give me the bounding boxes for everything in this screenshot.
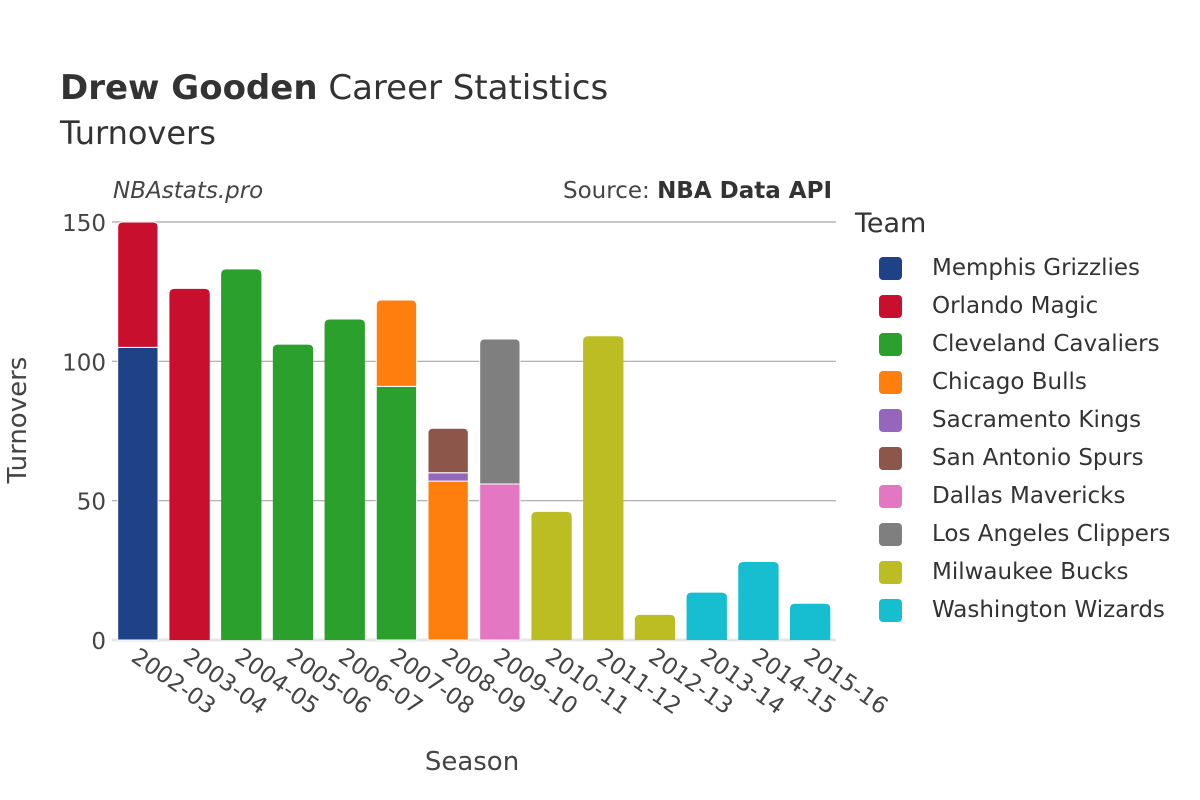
legend-label: Washington Wizards xyxy=(932,597,1165,623)
legend-swatch xyxy=(879,560,902,584)
legend-swatch xyxy=(879,408,902,432)
legend-swatch xyxy=(879,256,902,280)
legend-item[interactable]: San Antonio Spurs xyxy=(855,439,1170,477)
legend-item[interactable]: Memphis Grizzlies xyxy=(855,249,1170,287)
bar-segment xyxy=(117,346,159,641)
y-tick-label: 0 xyxy=(91,629,106,655)
legend-label: Los Angeles Clippers xyxy=(932,521,1171,547)
legend-item[interactable]: Chicago Bulls xyxy=(855,363,1170,401)
legend-label: Chicago Bulls xyxy=(932,369,1087,395)
legend-title: Team xyxy=(855,208,927,239)
legend-label: Dallas Mavericks xyxy=(932,483,1126,509)
bar-segment xyxy=(427,427,469,474)
bar-segment xyxy=(634,614,676,640)
y-tick-label: 150 xyxy=(62,211,106,237)
bar-segment xyxy=(375,299,418,387)
gridlines xyxy=(112,221,836,642)
legend: Team Memphis Grizzlies Orlando Magic Cleve… xyxy=(855,208,1170,629)
bar-segment xyxy=(427,472,469,482)
y-tick-label: 100 xyxy=(62,350,106,376)
legend-item[interactable]: Sacramento Kings xyxy=(855,401,1170,439)
legend-label: Cleveland Cavaliers xyxy=(932,331,1160,357)
x-axis-label: Season xyxy=(425,747,519,777)
legend-swatch xyxy=(879,370,902,394)
legend-swatch xyxy=(879,522,902,546)
legend-label: Milwaukee Bucks xyxy=(932,559,1129,585)
y-tick-label: 50 xyxy=(77,490,106,516)
legend-label: San Antonio Spurs xyxy=(932,445,1144,471)
legend-swatch xyxy=(879,294,902,318)
bar-segment xyxy=(427,480,469,641)
legend-items: Memphis Grizzlies Orlando Magic Cleveland … xyxy=(855,249,1170,629)
legend-item[interactable]: Washington Wizards xyxy=(855,591,1170,629)
x-axis-ticks: 2002-032003-042004-052005-062006-072007-… xyxy=(126,644,892,720)
bar-segment xyxy=(789,603,831,640)
bar-segment xyxy=(375,385,418,641)
bar-segment xyxy=(221,269,262,640)
bar-segment xyxy=(324,319,365,640)
bar-segment xyxy=(479,338,521,485)
legend-item[interactable]: Dallas Mavericks xyxy=(855,477,1170,515)
y-axis-ticks: 0 50 100 150 xyxy=(62,211,106,655)
legend-swatch xyxy=(879,446,902,470)
bar-segment xyxy=(272,344,314,640)
legend-label: Sacramento Kings xyxy=(932,407,1142,433)
bar-segment xyxy=(583,336,624,640)
legend-label: Orlando Magic xyxy=(932,293,1099,319)
legend-swatch xyxy=(879,484,902,508)
bar-segment xyxy=(686,592,727,640)
legend-item[interactable]: Milwaukee Bucks xyxy=(855,553,1170,591)
legend-item[interactable]: Los Angeles Clippers xyxy=(855,515,1170,553)
legend-item[interactable]: Cleveland Cavaliers xyxy=(855,325,1170,363)
y-axis-label: Turnovers xyxy=(3,357,33,485)
bar-segment xyxy=(738,561,779,640)
legend-item[interactable]: Orlando Magic xyxy=(855,287,1170,325)
bars xyxy=(117,221,831,641)
bar-segment xyxy=(479,483,521,641)
legend-label: Memphis Grizzlies xyxy=(932,255,1140,281)
legend-swatch xyxy=(879,332,902,356)
bar-segment xyxy=(117,221,159,348)
bar-segment xyxy=(531,511,572,640)
bar-segment xyxy=(169,288,210,640)
legend-swatch xyxy=(879,598,902,622)
